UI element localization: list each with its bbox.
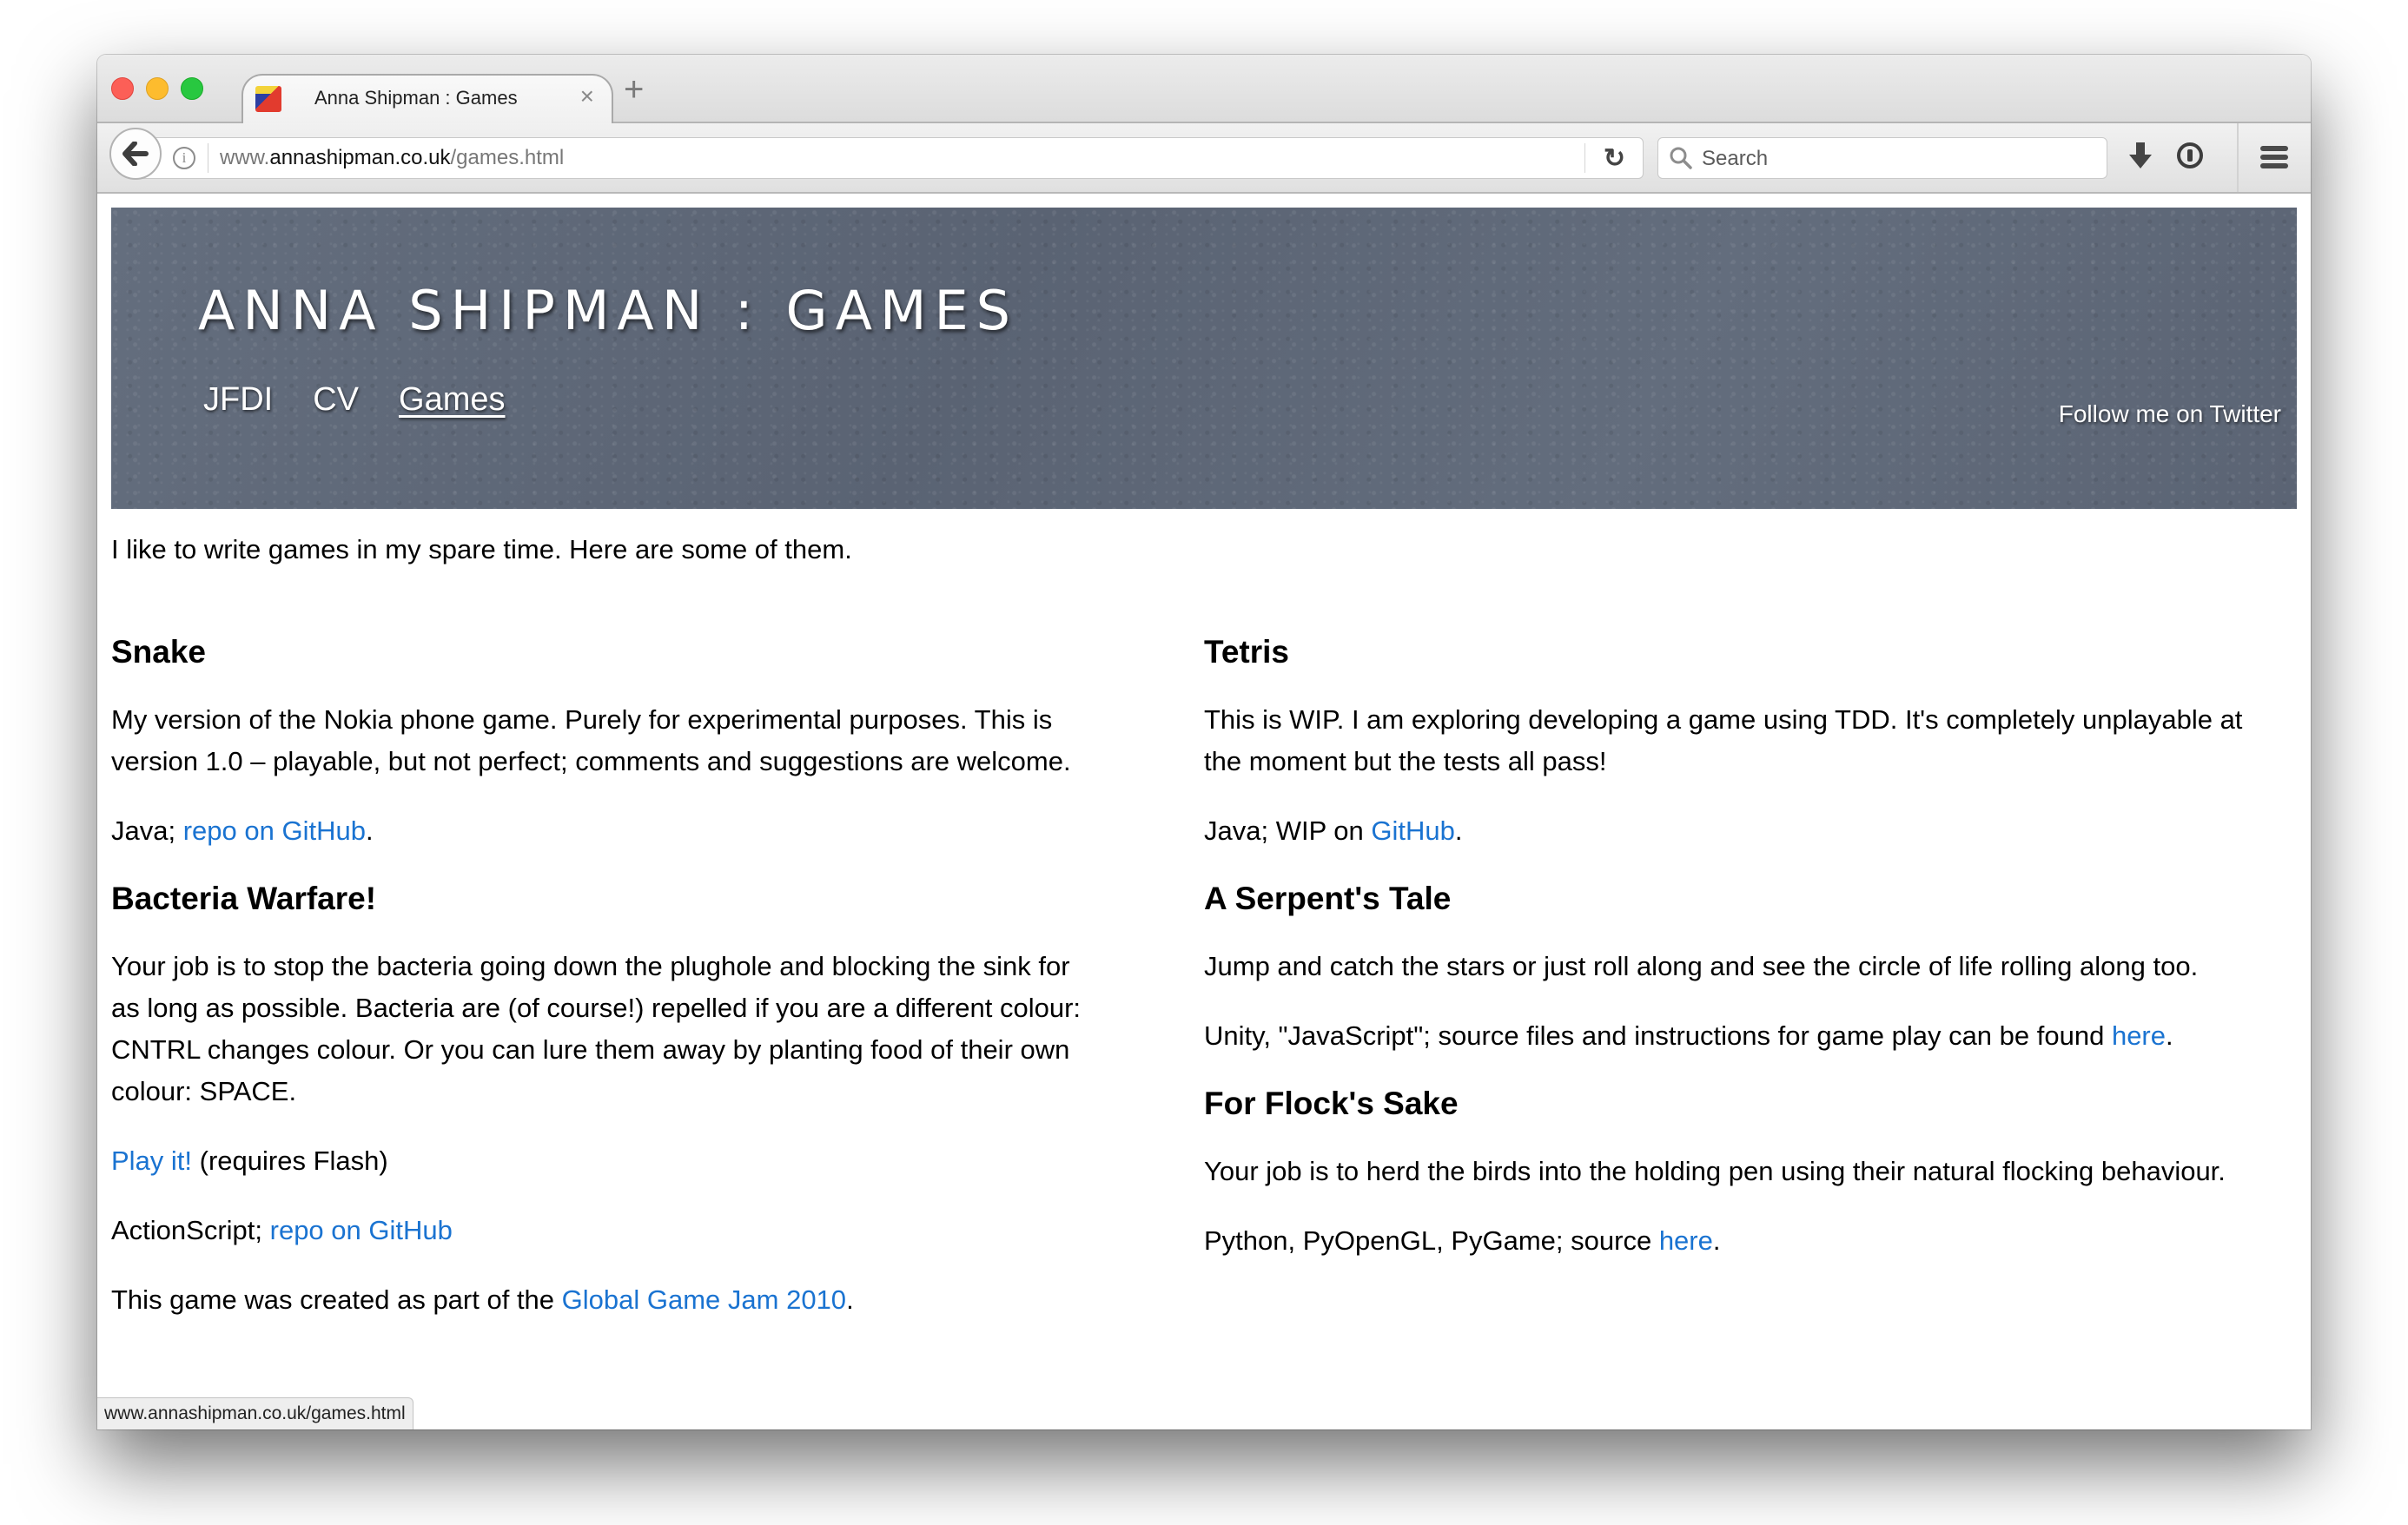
nav-jfdi[interactable]: JFDI bbox=[203, 381, 273, 419]
browser-window: Anna Shipman : Games × + i www.annashipm… bbox=[97, 55, 2311, 1429]
site-title: ANNA SHIPMAN : GAMES bbox=[198, 279, 1019, 342]
games-column-right: Tetris This is WIP. I am exploring devel… bbox=[1204, 633, 2281, 1290]
site-nav: JFDI CV Games bbox=[203, 381, 506, 419]
tab-strip: Anna Shipman : Games × + bbox=[97, 55, 2311, 125]
game-tech: Java; WIP on GitHub. bbox=[1204, 810, 2281, 852]
download-icon[interactable] bbox=[2128, 142, 2153, 170]
navigation-toolbar: i www.annashipman.co.uk/games.html ↻ bbox=[97, 123, 2311, 194]
tech-suffix: . bbox=[1712, 1225, 1721, 1256]
site-header-banner: ANNA SHIPMAN : GAMES JFDI CV Games Follo… bbox=[111, 208, 2297, 509]
nav-games[interactable]: Games bbox=[399, 381, 505, 419]
tech-text: Java; bbox=[111, 815, 183, 846]
close-window-button[interactable] bbox=[111, 77, 134, 100]
game-bacteria-warfare: Bacteria Warfare! Your job is to stop th… bbox=[111, 880, 1101, 1321]
game-title: For Flock's Sake bbox=[1204, 1086, 1459, 1121]
source-link[interactable]: here bbox=[2112, 1020, 2166, 1051]
nav-cv[interactable]: CV bbox=[313, 381, 359, 419]
url-text[interactable]: www.annashipman.co.uk/games.html bbox=[220, 146, 564, 170]
intro-text: I like to write games in my spare time. … bbox=[111, 534, 852, 564]
rubiks-cube-icon bbox=[255, 86, 281, 112]
game-tech: Python, PyOpenGL, PyGame; source here. bbox=[1204, 1220, 2281, 1262]
game-tech: Java; repo on GitHub. bbox=[111, 810, 1101, 852]
reload-icon[interactable]: ↻ bbox=[1604, 143, 1625, 174]
game-title: Tetris bbox=[1204, 634, 1290, 670]
game-tech: ActionScript; repo on GitHub bbox=[111, 1210, 1101, 1251]
tech-suffix: . bbox=[2166, 1020, 2173, 1051]
game-description: Jump and catch the stars or just roll al… bbox=[1204, 951, 2199, 981]
twitter-link[interactable]: Follow me on Twitter bbox=[2059, 400, 2281, 428]
game-description: This is WIP. I am exploring developing a… bbox=[1204, 704, 2243, 776]
tab-close-icon[interactable]: × bbox=[580, 83, 594, 110]
tech-text: Unity, "JavaScript"; source files and in… bbox=[1204, 1020, 2112, 1051]
game-serpents-tale: A Serpent's Tale Jump and catch the star… bbox=[1204, 880, 2281, 1057]
menu-icon[interactable] bbox=[2260, 146, 2288, 172]
page-content: ANNA SHIPMAN : GAMES JFDI CV Games Follo… bbox=[97, 194, 2311, 1429]
search-input[interactable] bbox=[1700, 138, 2094, 180]
github-link[interactable]: repo on GitHub bbox=[183, 815, 366, 846]
game-title: Bacteria Warfare! bbox=[111, 881, 377, 916]
source-link[interactable]: here bbox=[1659, 1225, 1713, 1256]
back-button[interactable] bbox=[109, 128, 162, 180]
search-bar[interactable] bbox=[1657, 137, 2107, 180]
tech-text: ActionScript; bbox=[111, 1215, 270, 1245]
game-credit: This game was created as part of the Glo… bbox=[111, 1279, 1101, 1321]
game-snake: Snake My version of the Nokia phone game… bbox=[111, 633, 1101, 852]
global-game-jam-link[interactable]: Global Game Jam 2010 bbox=[562, 1284, 846, 1315]
game-tech: Unity, "JavaScript"; source files and in… bbox=[1204, 1015, 2281, 1057]
zoom-window-button[interactable] bbox=[181, 77, 203, 100]
tech-text: Java; WIP on bbox=[1204, 815, 1372, 846]
tech-text: Python, PyOpenGL, PyGame; source bbox=[1204, 1225, 1659, 1256]
url-prefix: www. bbox=[220, 146, 270, 169]
url-path: /games.html bbox=[450, 146, 565, 169]
credit-text: This game was created as part of the bbox=[111, 1284, 562, 1315]
game-description: Your job is to herd the birds into the h… bbox=[1204, 1156, 2226, 1186]
tech-suffix: . bbox=[1454, 815, 1463, 846]
address-bar[interactable]: i www.annashipman.co.uk/games.html ↻ bbox=[137, 137, 1644, 179]
game-play: Play it! (requires Flash) bbox=[111, 1140, 1101, 1182]
back-arrow-icon bbox=[122, 142, 149, 166]
github-link[interactable]: GitHub bbox=[1371, 815, 1454, 846]
game-title: Snake bbox=[111, 634, 207, 670]
reload-divider bbox=[1584, 143, 1585, 173]
tech-suffix: . bbox=[365, 815, 374, 846]
game-description: Your job is to stop the bacteria going d… bbox=[111, 951, 1082, 1106]
game-tetris: Tetris This is WIP. I am exploring devel… bbox=[1204, 633, 2281, 852]
status-bar-url: www.annashipman.co.uk/games.html bbox=[97, 1397, 413, 1429]
tab-active[interactable]: Anna Shipman : Games × bbox=[241, 74, 613, 125]
minimize-window-button[interactable] bbox=[146, 77, 169, 100]
game-for-flocks-sake: For Flock's Sake Your job is to herd the… bbox=[1204, 1085, 2281, 1262]
url-host: annashipman.co.uk bbox=[269, 146, 451, 169]
password-manager-icon[interactable] bbox=[2177, 142, 2203, 168]
game-title: A Serpent's Tale bbox=[1204, 881, 1452, 916]
tab-title: Anna Shipman : Games bbox=[314, 87, 518, 109]
game-description: My version of the Nokia phone game. Pure… bbox=[111, 704, 1071, 776]
play-link[interactable]: Play it! bbox=[111, 1145, 192, 1176]
games-column-left: Snake My version of the Nokia phone game… bbox=[111, 633, 1101, 1349]
new-tab-button[interactable]: + bbox=[624, 70, 644, 109]
play-note: (requires Flash) bbox=[192, 1145, 388, 1176]
toolbar-divider bbox=[2237, 123, 2239, 192]
info-icon[interactable]: i bbox=[173, 147, 195, 169]
credit-suffix: . bbox=[846, 1284, 854, 1315]
search-icon bbox=[1670, 147, 1692, 169]
github-link[interactable]: repo on GitHub bbox=[270, 1215, 453, 1245]
